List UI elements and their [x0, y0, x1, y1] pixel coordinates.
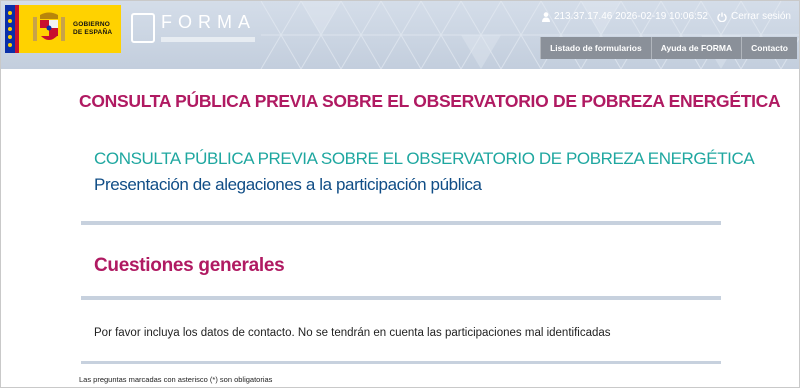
flag-red-strip: [15, 5, 19, 53]
forma-logo-text: FORMA: [161, 12, 256, 32]
nav-ayuda-forma[interactable]: Ayuda de FORMA: [650, 37, 742, 59]
forma-logo[interactable]: FORMA: [127, 9, 257, 51]
nav-contacto[interactable]: Contacto: [741, 37, 797, 59]
contact-info-instructions: Por favor incluya los datos de contacto.…: [94, 327, 611, 339]
gobierno-de-espana-logo[interactable]: GOBIERNO DE ESPAÑA: [5, 5, 121, 53]
power-icon[interactable]: [717, 12, 727, 22]
spain-coat-of-arms-icon: [33, 12, 65, 41]
form-title: CONSULTA PÚBLICA PREVIA SOBRE EL OBSERVA…: [94, 149, 755, 168]
divider: [81, 221, 721, 225]
form-subtitle: Presentación de alegaciones a la partici…: [94, 175, 482, 194]
divider: [81, 361, 721, 364]
site-header: GOBIERNO DE ESPAÑA FORMA 213.37.17.46 20…: [1, 1, 799, 69]
nav-listado-formularios[interactable]: Listado de formularios: [540, 37, 651, 59]
forma-logo-tagline-bar: [161, 37, 255, 42]
logout-link[interactable]: Cerrar sesión: [731, 11, 791, 22]
required-fields-note: Las preguntas marcadas con asterisco (*)…: [79, 375, 273, 384]
main-nav: Listado de formularios Ayuda de FORMA Co…: [540, 37, 797, 59]
eu-flag-strip: [5, 5, 15, 53]
page-frame: GOBIERNO DE ESPAÑA FORMA 213.37.17.46 20…: [0, 0, 800, 388]
section-title: Cuestiones generales: [94, 255, 285, 276]
divider: [81, 296, 721, 300]
page-title: CONSULTA PÚBLICA PREVIA SOBRE EL OBSERVA…: [79, 91, 781, 111]
session-info-bar: 213.37.17.46 2026-02-19 10:06:52 Cerrar …: [541, 11, 791, 22]
forma-logo-icon: [131, 13, 155, 43]
gov-logo-text: GOBIERNO DE ESPAÑA: [73, 21, 113, 36]
session-ip-datetime: 213.37.17.46 2026-02-19 10:06:52: [553, 11, 708, 22]
user-icon: [541, 11, 550, 22]
